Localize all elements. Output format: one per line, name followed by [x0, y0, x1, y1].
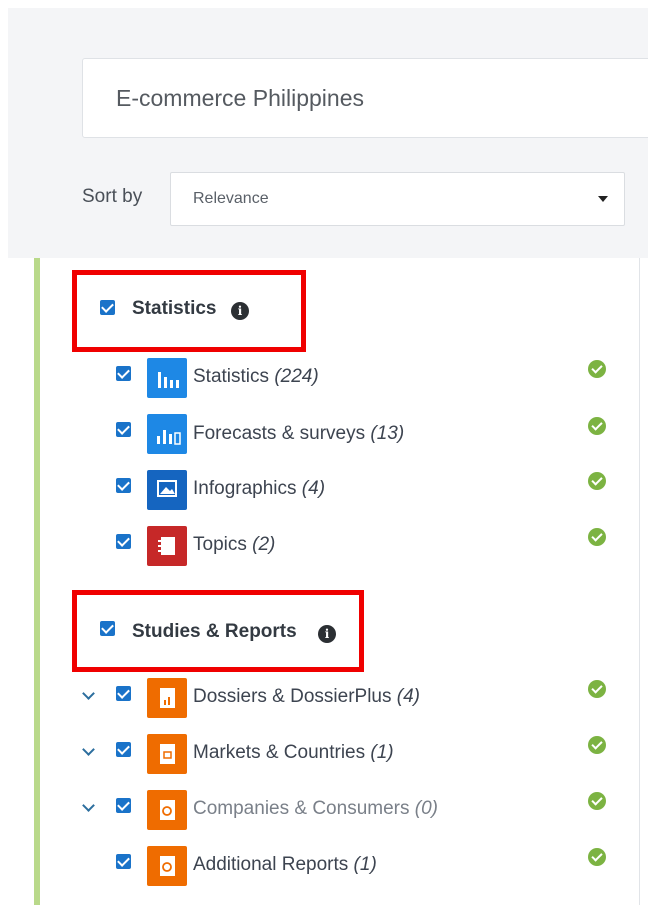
forecasts-checkbox[interactable]	[116, 422, 131, 437]
markets-countries-checkbox[interactable]	[116, 742, 131, 757]
statistics-group-checkbox[interactable]	[100, 300, 115, 315]
panel-accent-bar	[34, 258, 40, 905]
bar-chart-icon	[147, 358, 187, 398]
list-item-markets-countries[interactable]: Markets & Countries (1)	[193, 742, 394, 764]
report-icon	[147, 846, 187, 886]
company-report-icon	[147, 790, 187, 830]
sort-label: Sort by	[82, 186, 143, 207]
studies-reports-group-checkbox[interactable]	[100, 621, 115, 636]
available-check-icon	[588, 792, 606, 810]
info-icon[interactable]: i	[318, 625, 336, 643]
available-check-icon	[588, 360, 606, 378]
list-item-companies-consumers[interactable]: Companies & Consumers (0)	[193, 798, 438, 820]
available-check-icon	[588, 736, 606, 754]
statistics-checkbox[interactable]	[116, 366, 131, 381]
group-title-statistics: Statistics	[132, 298, 217, 319]
available-check-icon	[588, 680, 606, 698]
list-item-forecasts[interactable]: Forecasts & surveys (13)	[193, 423, 404, 445]
infographics-checkbox[interactable]	[116, 478, 131, 493]
image-icon	[147, 470, 187, 510]
search-input[interactable]: E-commerce Philippines	[82, 58, 648, 138]
available-check-icon	[588, 417, 606, 435]
companies-consumers-checkbox[interactable]	[116, 798, 131, 813]
info-icon[interactable]: i	[231, 302, 249, 320]
market-report-icon	[147, 734, 187, 774]
topics-checkbox[interactable]	[116, 534, 131, 549]
dossier-icon	[147, 678, 187, 718]
available-check-icon	[588, 472, 606, 490]
available-check-icon	[588, 528, 606, 546]
list-item-infographics[interactable]: Infographics (4)	[193, 478, 325, 500]
additional-reports-checkbox[interactable]	[116, 854, 131, 869]
forecast-chart-icon	[147, 414, 187, 454]
list-item-statistics[interactable]: Statistics (224)	[193, 366, 319, 388]
list-item-topics[interactable]: Topics (2)	[193, 534, 275, 556]
dossiers-checkbox[interactable]	[116, 686, 131, 701]
list-item-additional-reports[interactable]: Additional Reports (1)	[193, 854, 377, 876]
search-query-text: E-commerce Philippines	[116, 85, 364, 111]
notebook-icon	[147, 526, 187, 566]
sort-dropdown[interactable]: Relevance	[170, 172, 625, 226]
sort-selected-value: Relevance	[193, 190, 269, 207]
available-check-icon	[588, 848, 606, 866]
caret-down-icon	[598, 196, 608, 202]
list-item-dossiers[interactable]: Dossiers & DossierPlus (4)	[193, 686, 420, 708]
group-title-studies-reports: Studies & Reports	[132, 621, 297, 642]
